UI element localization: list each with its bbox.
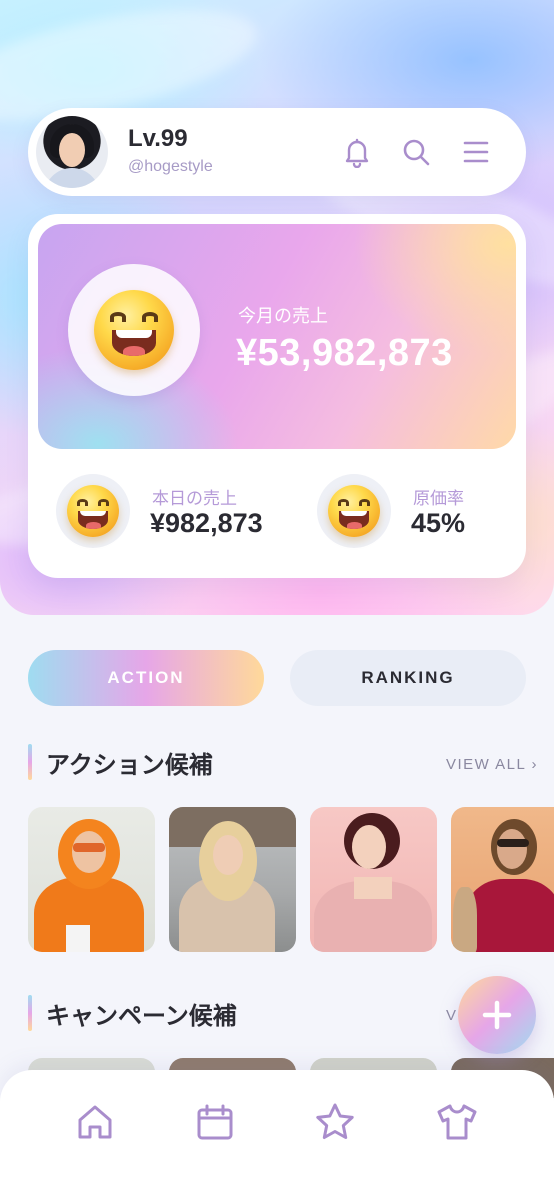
smile-emoji-icon <box>67 485 119 537</box>
daily-sales-label: 本日の売上 <box>152 489 237 509</box>
sales-summary-card: 今月の売上 ¥53,982,873 本日の売上 ¥982,873 原価率 45% <box>28 214 526 578</box>
action-section-title: アクション候補 <box>46 751 213 779</box>
user-handle: @hogestyle <box>128 158 213 175</box>
monthly-sales-panel: 今月の売上 ¥53,982,873 <box>38 224 516 449</box>
action-thumbnail[interactable] <box>451 807 554 952</box>
plus-icon <box>482 1000 512 1030</box>
smile-emoji-container <box>317 474 391 548</box>
cost-rate-stat: 原価率 45% <box>317 474 517 550</box>
smile-emoji-icon <box>94 290 174 370</box>
smile-emoji-icon <box>328 485 380 537</box>
section-accent-bar <box>28 995 32 1031</box>
avatar[interactable] <box>36 116 108 188</box>
shirt-icon[interactable] <box>435 1100 479 1144</box>
calendar-icon[interactable] <box>193 1100 237 1144</box>
bottom-navigation <box>0 1070 554 1200</box>
action-thumbnail[interactable] <box>28 807 155 952</box>
smile-emoji-container <box>68 264 200 396</box>
profile-header: Lv.99 @hogestyle <box>28 108 526 196</box>
add-button[interactable] <box>458 976 536 1054</box>
cost-rate-value: 45% <box>411 508 466 538</box>
campaign-section-title: キャンペーン候補 <box>46 1002 237 1030</box>
daily-sales-stat: 本日の売上 ¥982,873 <box>56 474 296 550</box>
monthly-sales-value: ¥53,982,873 <box>236 332 453 374</box>
tab-ranking[interactable]: RANKING <box>290 650 526 706</box>
smile-emoji-container <box>56 474 130 548</box>
menu-icon[interactable] <box>460 136 492 168</box>
tab-action[interactable]: ACTION <box>28 650 264 706</box>
home-icon[interactable] <box>73 1100 117 1144</box>
user-level: Lv.99 <box>128 125 188 152</box>
action-view-all-link[interactable]: VIEW ALL › <box>446 756 538 773</box>
daily-sales-value: ¥982,873 <box>150 508 263 538</box>
star-icon[interactable] <box>313 1100 357 1144</box>
campaign-view-all-link[interactable]: V <box>446 1007 458 1024</box>
bell-icon[interactable] <box>341 136 373 169</box>
action-thumbnail[interactable] <box>310 807 437 952</box>
action-thumbnail[interactable] <box>169 807 296 952</box>
app-screen: Lv.99 @hogestyle 今月の売上 ¥53,982,873 本日の売上… <box>0 0 554 1200</box>
search-icon[interactable] <box>400 136 432 168</box>
cost-rate-label: 原価率 <box>413 489 464 509</box>
monthly-sales-label: 今月の売上 <box>238 306 328 327</box>
section-accent-bar <box>28 744 32 780</box>
